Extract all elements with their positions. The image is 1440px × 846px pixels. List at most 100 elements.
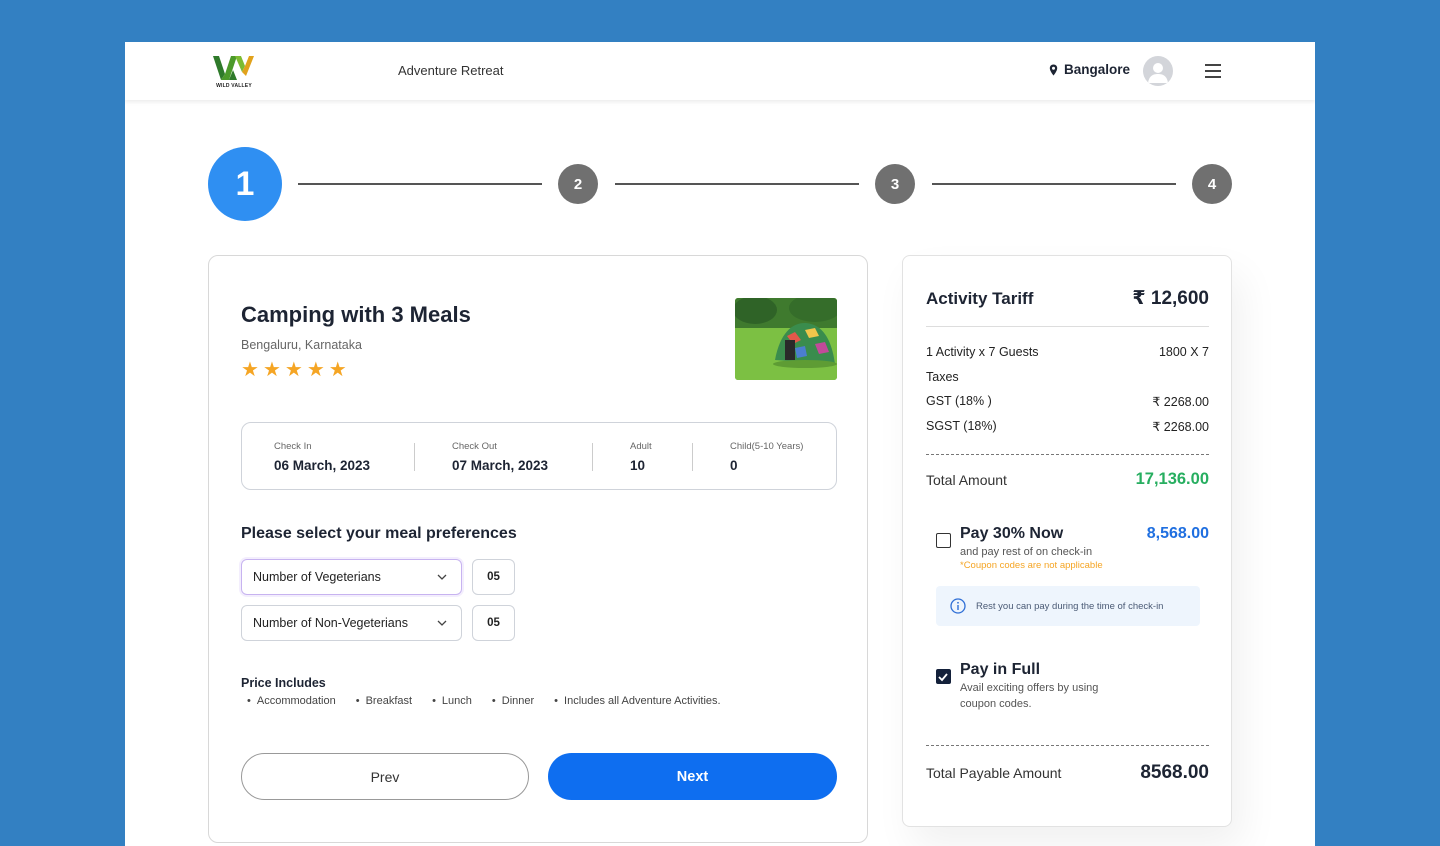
check-in-field[interactable]: Check In 06 March, 2023 [274,441,370,473]
gst-value: ₹ 2268.00 [1152,395,1209,409]
total-amount-label: Total Amount [926,471,1007,488]
pay-full-checkbox[interactable] [936,669,951,684]
step-3[interactable]: 3 [875,164,915,204]
child-field[interactable]: Child(5-10 Years) 0 [730,441,803,473]
vegetarian-qty-input[interactable]: 05 [472,559,515,595]
avatar-silhouette-icon [1148,63,1168,83]
non-vegetarian-count-select[interactable]: Number of Non-Vegeterians [241,605,462,641]
star-icon: ★ [328,359,347,381]
logo-icon [213,56,254,80]
total-amount-value: 17,136.00 [1135,470,1209,488]
chevron-down-icon [437,620,447,626]
activity-title: Camping with 3 Meals [241,302,471,327]
gst-row: GST (18% ) ₹ 2268.00 [926,394,1209,409]
step-connector [615,183,859,185]
adult-label: Adult [630,441,652,452]
dashed-divider [926,454,1209,455]
tariff-amount: ₹ 12,600 [1132,288,1209,309]
next-button[interactable]: Next [548,753,837,800]
taxes-row: Taxes [926,370,1209,384]
list-item: Dinner [486,695,534,707]
dashed-divider [926,745,1209,746]
app-frame: WILD VALLEY Adventure Retreat Bangalore … [125,42,1315,846]
tariff-line-label: 1 Activity x 7 Guests [926,345,1039,359]
sgst-row: SGST (18%) ₹ 2268.00 [926,419,1209,434]
camping-tent-photo [735,298,837,380]
list-item: Includes all Adventure Activities. [548,695,721,707]
divider [414,443,415,471]
step-connector [298,183,542,185]
pay-full-subtext-2: coupon codes. [960,698,1032,710]
page-brand-title[interactable]: Adventure Retreat [398,63,504,78]
info-icon [950,598,966,614]
step-1[interactable]: 1 [208,147,282,221]
child-label: Child(5-10 Years) [730,441,804,452]
star-icon: ★ [262,359,281,381]
check-out-label: Check Out [452,441,497,452]
vegetarian-select-label: Number of Vegeterians [253,570,381,584]
check-in-label: Check In [274,441,312,452]
pay-full-title: Pay in Full [960,661,1041,678]
adult-value: 10 [630,458,646,473]
taxes-label: Taxes [926,370,959,384]
step-2[interactable]: 2 [558,164,598,204]
info-text: Rest you can pay during the time of chec… [976,600,1164,612]
sgst-label: SGST (18%) [926,419,997,433]
divider [592,443,593,471]
tariff-line-value: 1800 X 7 [1158,345,1209,359]
star-icon: ★ [306,359,325,381]
total-payable-value: 8568.00 [1140,762,1209,783]
price-includes-heading: Price Includes [241,676,326,690]
total-payable-label: Total Payable Amount [926,765,1062,781]
hamburger-menu-icon[interactable] [1203,62,1223,80]
wild-valley-logo[interactable]: WILD VALLEY [209,52,259,90]
logo-text: WILD VALLEY [216,83,252,89]
pay-partial-checkbox[interactable] [936,533,951,548]
rating-stars: ★ ★ ★ ★ ★ [241,360,347,380]
star-icon: ★ [284,359,303,381]
tariff-line-row: 1 Activity x 7 Guests 1800 X 7 [926,345,1209,359]
non-vegetarian-qty-input[interactable]: 05 [472,605,515,641]
location-label: Bangalore [1064,62,1131,77]
vegetarian-count-select[interactable]: Number of Vegeterians [241,559,462,595]
prev-button[interactable]: Prev [241,753,529,800]
check-out-field[interactable]: Check Out 07 March, 2023 [452,441,548,473]
tariff-title: Activity Tariff [926,289,1034,308]
map-pin-icon [1049,64,1058,75]
total-amount-row: Total Amount 17,136.00 [926,470,1209,489]
list-item: Accommodation [241,695,336,707]
step-connector [932,183,1176,185]
gst-label: GST (18% ) [926,394,992,408]
meal-preferences-heading: Please select your meal preferences [241,525,517,542]
star-icon: ★ [241,359,259,381]
chevron-down-icon [437,574,447,580]
adult-field[interactable]: Adult 10 [630,441,652,473]
divider [926,326,1209,327]
top-navbar: WILD VALLEY Adventure Retreat Bangalore [125,42,1315,100]
pay-partial-amount: 8,568.00 [1146,525,1209,542]
list-item: Lunch [426,695,472,707]
check-in-value: 06 March, 2023 [274,458,371,473]
price-includes-list: Accommodation Breakfast Lunch Dinner Inc… [241,695,721,707]
step-4[interactable]: 4 [1192,164,1232,204]
coupon-warning: *Coupon codes are not applicable [960,560,1103,571]
activity-location: Bengaluru, Karnataka [241,338,362,352]
pay-partial-subtext: and pay rest of on check-in [960,546,1093,558]
child-value: 0 [730,458,738,473]
location-selector[interactable]: Bangalore [1049,62,1130,77]
non-vegetarian-select-label: Number of Non-Vegeterians [253,616,408,630]
check-out-value: 07 March, 2023 [452,458,549,473]
booking-summary-box: Check In 06 March, 2023 Check Out 07 Mar… [241,422,837,490]
user-avatar-icon[interactable] [1143,56,1173,86]
activity-tariff-card: Activity Tariff ₹ 12,600 1 Activity x 7 … [902,255,1232,827]
pay-full-subtext-1: Avail exciting offers by using [960,682,1099,694]
checkmark-icon [938,673,948,682]
activity-thumbnail[interactable] [735,298,837,380]
booking-details-card: Camping with 3 Meals Bengaluru, Karnatak… [208,255,868,843]
pay-partial-title: Pay 30% Now [960,525,1064,542]
list-item: Breakfast [350,695,412,707]
sgst-value: ₹ 2268.00 [1152,420,1209,434]
info-banner: Rest you can pay during the time of chec… [936,586,1200,626]
total-payable-row: Total Payable Amount 8568.00 [926,762,1209,784]
divider [692,443,693,471]
